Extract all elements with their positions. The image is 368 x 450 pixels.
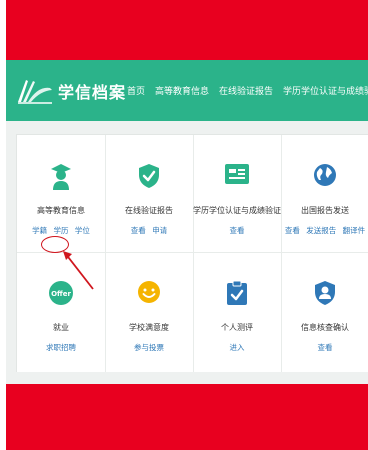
globe-icon	[314, 164, 336, 186]
link-send-report[interactable]: 发送报告	[306, 226, 336, 235]
nav-home[interactable]: 首页	[127, 84, 145, 97]
link-student-status[interactable]: 学籍	[32, 226, 47, 235]
cell-links: 查看 发送报告 翻译件	[281, 225, 368, 236]
link-academic-record[interactable]: 学历	[54, 226, 69, 235]
link-degree[interactable]: 学位	[75, 226, 90, 235]
link-view-certification[interactable]: 查看	[230, 226, 245, 235]
cell-personal-assessment: 个人测评 进入	[193, 252, 281, 369]
nav-degree-certification[interactable]: 学历学位认证与成绩验证	[283, 84, 368, 97]
link-view-overseas[interactable]: 查看	[285, 226, 300, 235]
cell-links: 进入	[193, 342, 281, 353]
brand-logo[interactable]: 学信档案	[16, 77, 126, 105]
brand-title: 学信档案	[58, 83, 127, 102]
top-navbar: 学信档案 首页 高等教育信息 在线验证报告 学历学位认证与成绩验证 出	[6, 60, 368, 121]
nav-menu: 首页 高等教育信息 在线验证报告 学历学位认证与成绩验证 出	[127, 84, 368, 97]
cell-links: 求职招聘	[17, 342, 105, 353]
cell-title: 个人测评	[221, 323, 253, 332]
link-apply-report[interactable]: 申请	[152, 226, 167, 235]
certificate-card-icon	[225, 164, 249, 184]
person-shield-icon	[315, 281, 335, 305]
book-pages-icon	[18, 80, 52, 104]
cell-title: 学历学位认证与成绩验证	[193, 206, 281, 215]
link-view-verification[interactable]: 查看	[318, 343, 333, 352]
cell-links: 查看	[193, 225, 281, 236]
cell-title: 就业	[53, 323, 69, 332]
main-area: 高等教育信息 学籍 学历 学位 在线验证报告 查看 申请 学历学位认证与成绩验证…	[6, 121, 368, 384]
cell-online-report: 在线验证报告 查看 申请	[105, 135, 193, 252]
cell-title: 在线验证报告	[125, 206, 173, 215]
bottom-red-band	[6, 384, 368, 450]
top-red-band	[6, 0, 368, 60]
clipboard-check-icon	[227, 280, 247, 305]
link-view-report[interactable]: 查看	[131, 226, 146, 235]
link-enter-assessment[interactable]: 进入	[230, 343, 245, 352]
offer-badge-text: Offer	[51, 290, 71, 298]
nav-higher-education[interactable]: 高等教育信息	[155, 84, 209, 97]
cell-info-verification: 信息核查确认 查看	[281, 252, 368, 369]
shield-check-icon	[139, 164, 159, 188]
cell-links: 查看	[281, 342, 368, 353]
service-grid: 高等教育信息 学籍 学历 学位 在线验证报告 查看 申请 学历学位认证与成绩验证…	[16, 134, 368, 372]
cell-overseas-report: 出国报告发送 查看 发送报告 翻译件	[281, 135, 368, 252]
smiley-icon	[138, 281, 160, 303]
cell-links: 学籍 学历 学位	[17, 225, 105, 236]
cell-title: 出国报告发送	[301, 206, 349, 215]
cell-title: 学校满意度	[129, 323, 169, 332]
link-job-search[interactable]: 求职招聘	[46, 343, 76, 352]
link-vote[interactable]: 参与投票	[134, 343, 164, 352]
cell-school-satisfaction: 学校满意度 参与投票	[105, 252, 193, 369]
cell-title: 信息核查确认	[301, 323, 349, 332]
cell-higher-education: 高等教育信息 学籍 学历 学位	[17, 135, 105, 252]
cell-links: 查看 申请	[105, 225, 193, 236]
cell-links: 参与投票	[105, 342, 193, 353]
cell-degree-certification: 学历学位认证与成绩验证 查看	[193, 135, 281, 252]
cell-title: 高等教育信息	[37, 206, 85, 215]
annotation-arrow	[63, 251, 94, 290]
link-translation[interactable]: 翻译件	[343, 226, 366, 235]
graduate-icon	[51, 164, 71, 190]
nav-online-report[interactable]: 在线验证报告	[219, 84, 273, 97]
